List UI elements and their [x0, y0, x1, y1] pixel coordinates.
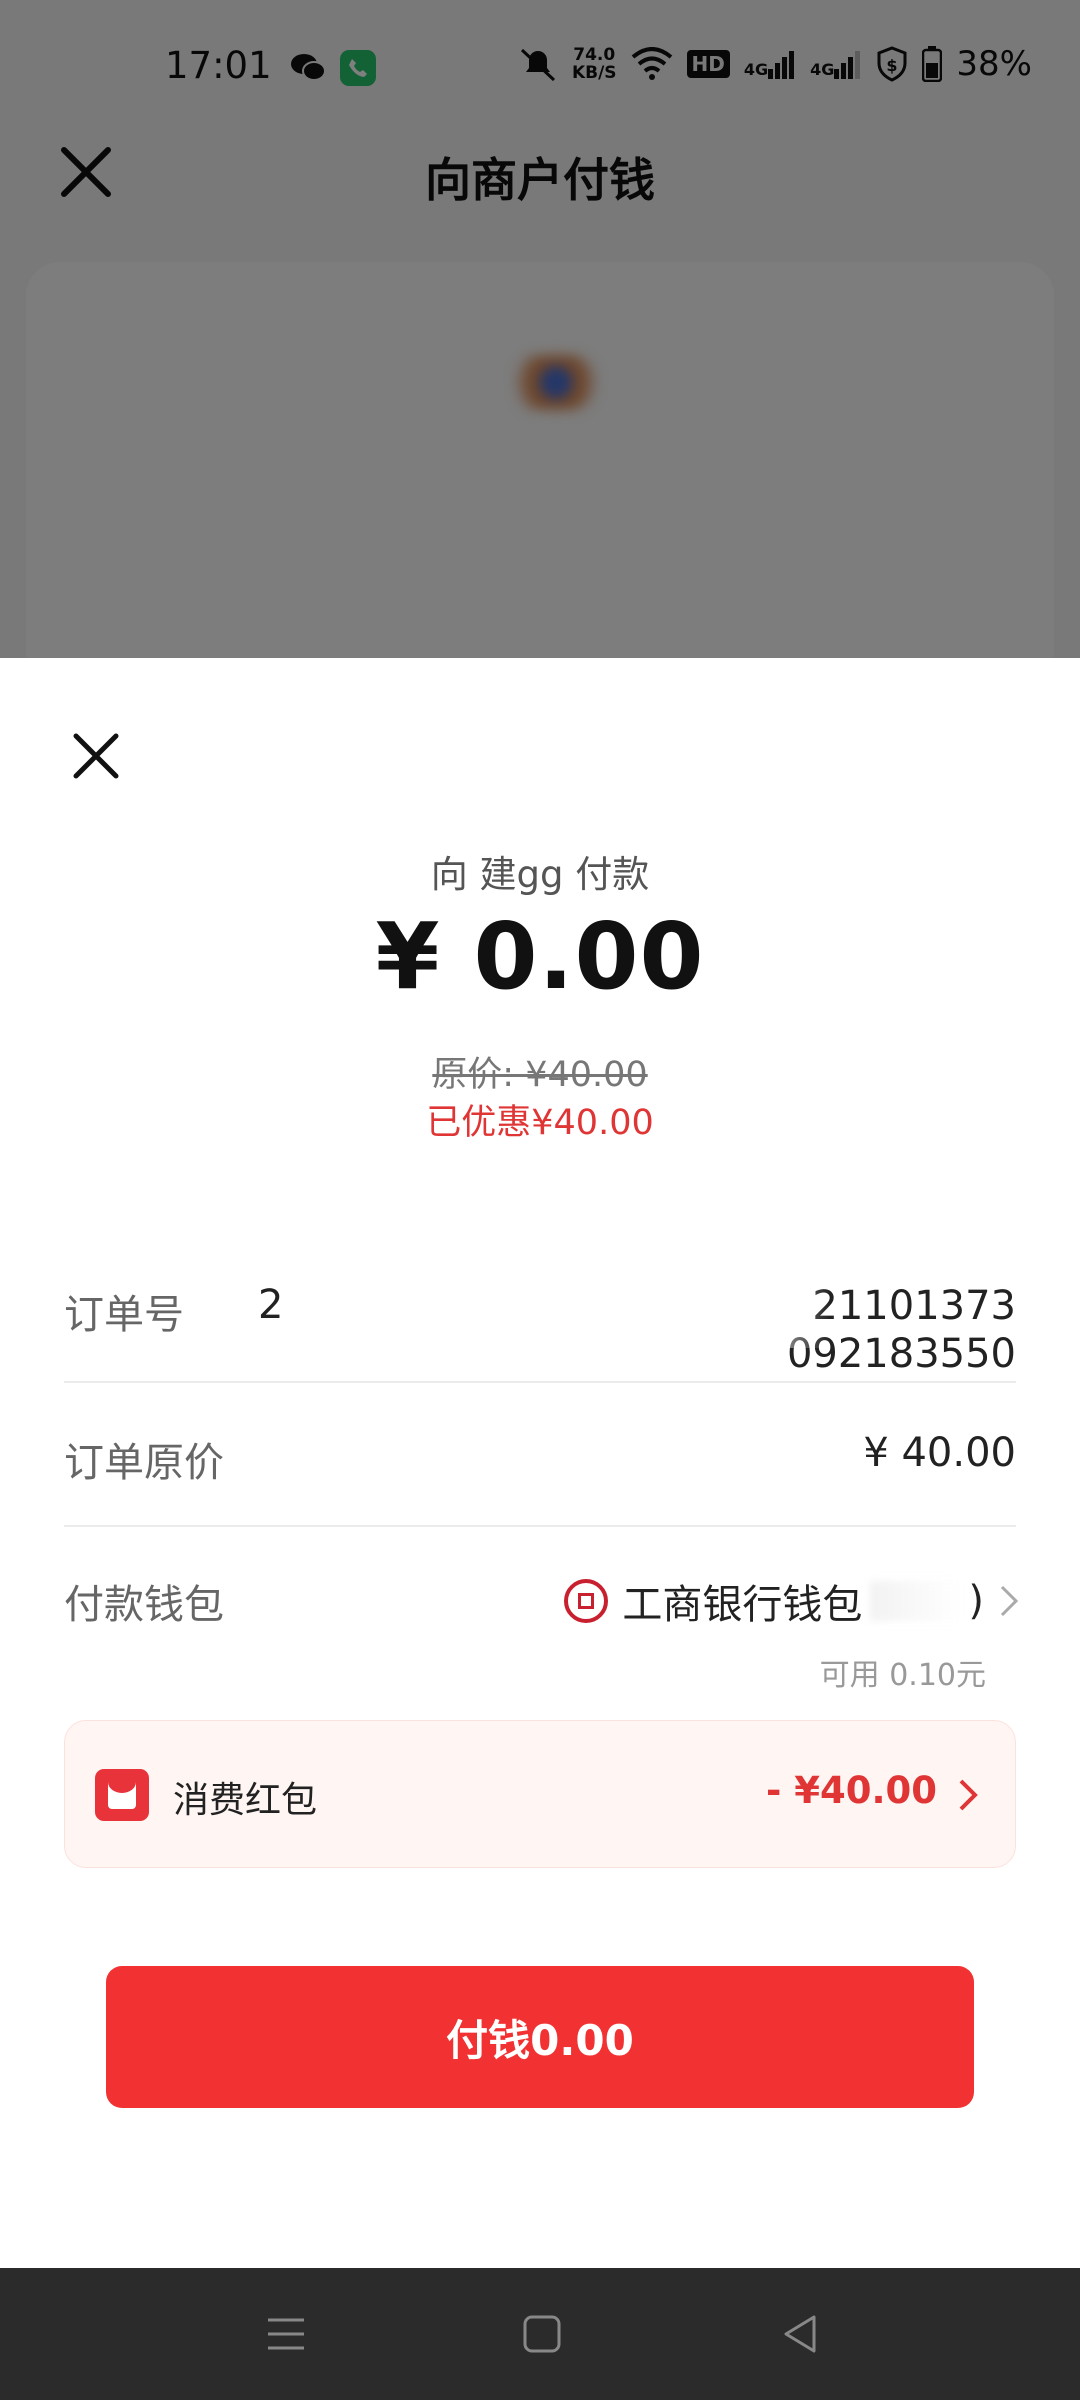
chevron-right-icon [1000, 1585, 1019, 1617]
payment-amount: ¥ 0.00 [375, 903, 705, 1010]
order-price-label: 订单原价 [64, 1440, 224, 1486]
back-icon[interactable] [778, 2312, 822, 2356]
divider [64, 1381, 1016, 1383]
wallet-available: 可用 0.10元 [819, 1658, 986, 1693]
coupon-label: 消费红包 [173, 1780, 318, 1821]
home-icon[interactable] [520, 2312, 564, 2356]
order-price-value: ¥ 40.00 [863, 1430, 1016, 1476]
pay-button[interactable]: 付钱0.00 [106, 1966, 974, 2108]
order-number-prefix: 2 [258, 1282, 284, 1328]
coupon-value: - ¥40.00 [765, 1769, 937, 1812]
discount-text: 已优惠¥40.00 [426, 1103, 654, 1143]
divider [64, 1525, 1016, 1527]
red-packet-icon [95, 1769, 149, 1821]
menu-icon[interactable] [264, 2312, 308, 2356]
original-price: 原价: ¥40.00 [432, 1055, 648, 1095]
wallet-name: 工商银行钱包 [622, 1582, 863, 1628]
chevron-right-icon [959, 1779, 978, 1811]
redacted-area [870, 1581, 961, 1621]
background-app: 17:01 74.0 KB/S HD 4G [0, 0, 1080, 682]
modal-overlay[interactable] [0, 0, 1080, 660]
redacted-area [340, 1268, 830, 1348]
order-number-label: 订单号 [64, 1292, 184, 1338]
icbc-bank-icon [564, 1579, 609, 1623]
wallet-selector[interactable]: 工商银行钱包 ) [564, 1572, 1020, 1630]
system-nav-bar [0, 2268, 1080, 2400]
close-icon[interactable] [70, 730, 122, 782]
coupon-row[interactable]: 消费红包 - ¥40.00 [64, 1720, 1016, 1868]
payee-text: 向 建gg 付款 [430, 853, 650, 896]
wallet-label: 付款钱包 [64, 1582, 224, 1628]
wallet-paren: ) [968, 1578, 984, 1624]
